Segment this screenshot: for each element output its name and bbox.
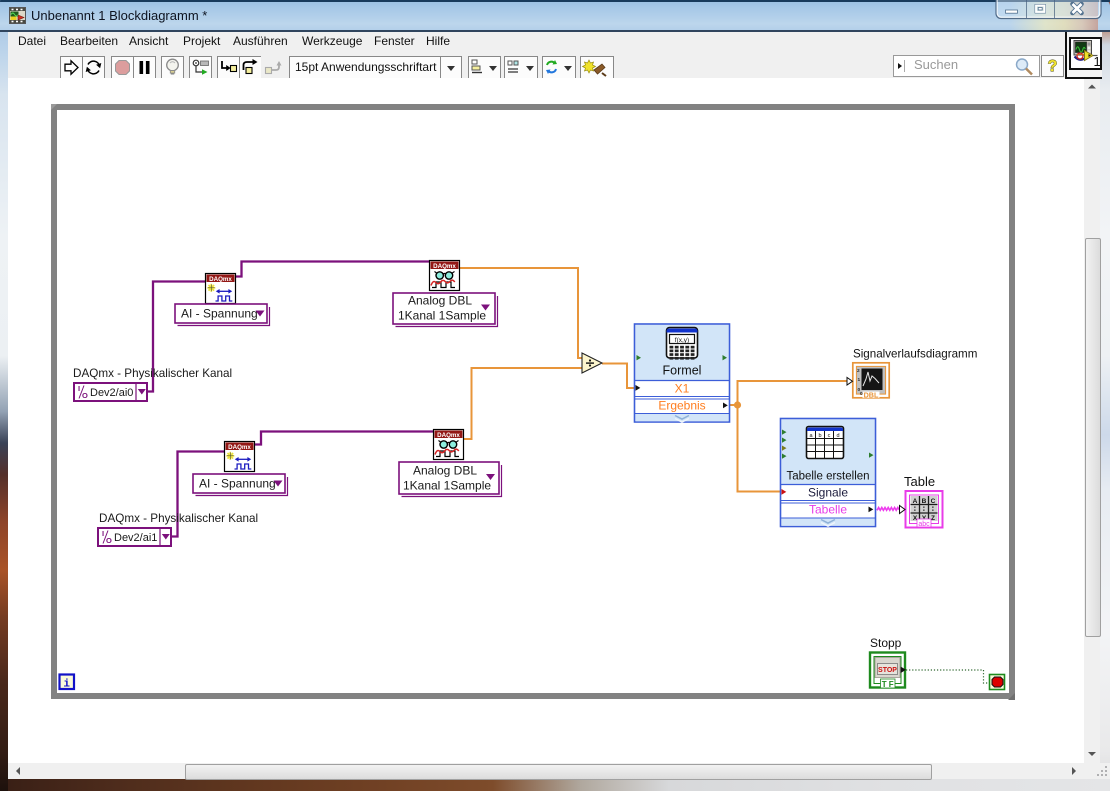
svg-text:O: O <box>106 536 112 545</box>
svg-text:d: d <box>836 433 839 439</box>
svg-text:2: 2 <box>857 368 860 374</box>
svg-text:1Kanal 1Sample: 1Kanal 1Sample <box>403 479 491 493</box>
svg-text:Stopp: Stopp <box>870 636 902 650</box>
svg-text:I: I <box>78 384 80 393</box>
svg-text:AI - Spannung: AI - Spannung <box>199 477 276 491</box>
svg-text:DAQmx - Physikalischer Kanal: DAQmx - Physikalischer Kanal <box>99 512 258 525</box>
svg-text:Dev2/ai1: Dev2/ai1 <box>114 532 157 544</box>
svg-text:1: 1 <box>858 377 861 383</box>
svg-text:O: O <box>82 391 88 400</box>
svg-text:Tabelle: Tabelle <box>809 503 847 517</box>
svg-text:Analog DBL: Analog DBL <box>413 464 477 478</box>
svg-text:DAQmx - Physikalischer Kanal: DAQmx - Physikalischer Kanal <box>73 367 232 380</box>
svg-text:B: B <box>922 498 927 505</box>
svg-text:X1: X1 <box>675 382 690 396</box>
svg-text:f(x,y): f(x,y) <box>675 337 689 344</box>
svg-text:AI - Spannung: AI - Spannung <box>181 307 258 321</box>
svg-text:Ergebnis: Ergebnis <box>658 399 705 413</box>
svg-text:Dev2/ai0: Dev2/ai0 <box>90 387 133 399</box>
svg-text:1Kanal 1Sample: 1Kanal 1Sample <box>398 309 486 323</box>
svg-text:T F: T F <box>882 680 894 689</box>
svg-text:A: A <box>913 498 918 505</box>
svg-text:Signale: Signale <box>808 486 848 500</box>
svg-text:Table: Table <box>904 474 935 489</box>
svg-text:C: C <box>931 498 936 505</box>
svg-text:Formel: Formel <box>663 364 702 378</box>
svg-text:c: c <box>828 433 831 439</box>
svg-text:i: i <box>63 679 70 691</box>
svg-text:Signalverlaufsdiagramm: Signalverlaufsdiagramm <box>853 348 977 361</box>
svg-text:STOP: STOP <box>878 667 897 674</box>
svg-text:I: I <box>102 529 104 538</box>
svg-text:Analog DBL: Analog DBL <box>408 294 472 308</box>
svg-text:Z: Z <box>931 515 935 522</box>
svg-text:DBL: DBL <box>864 390 879 399</box>
svg-text:abc: abc <box>918 521 930 528</box>
svg-text:Tabelle erstellen: Tabelle erstellen <box>786 471 869 483</box>
svg-text:b: b <box>818 433 821 439</box>
